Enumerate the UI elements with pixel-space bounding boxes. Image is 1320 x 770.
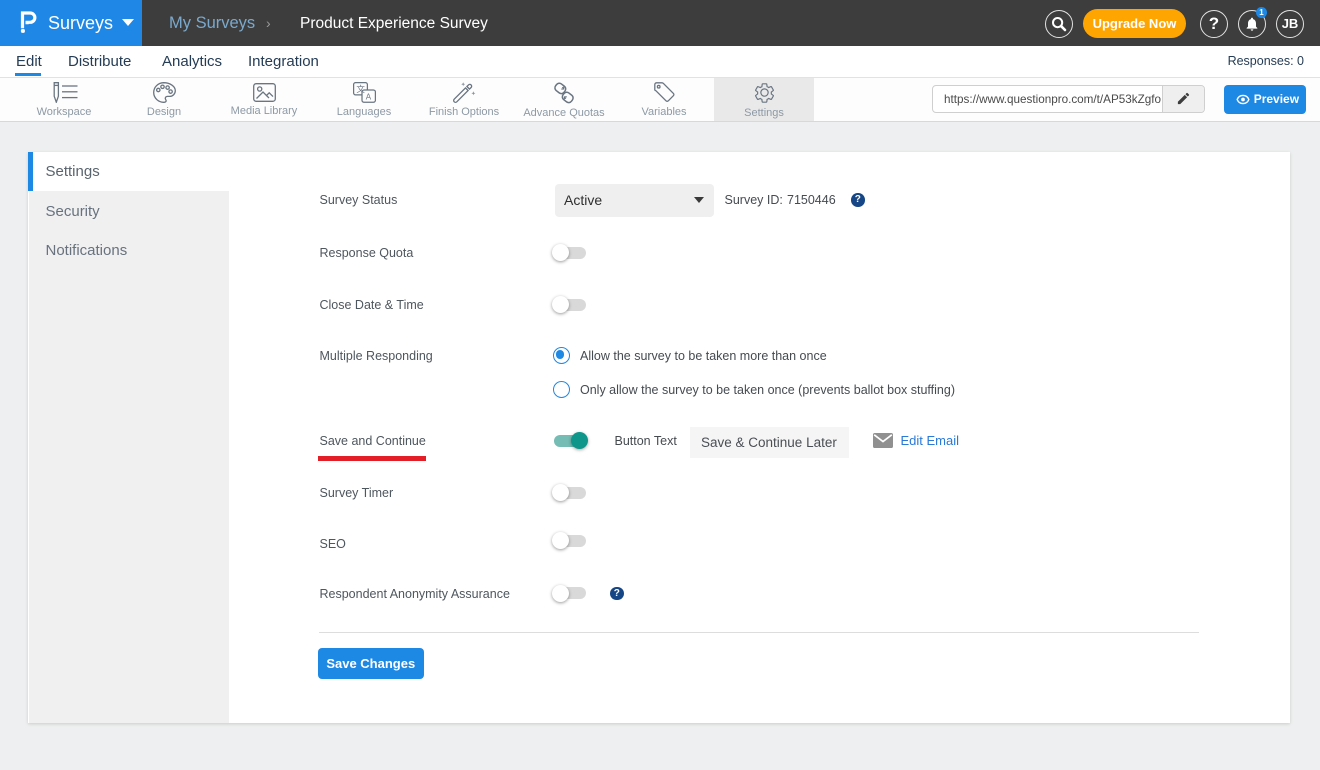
svg-text:A: A (365, 93, 371, 102)
svg-text:文: 文 (356, 84, 365, 94)
